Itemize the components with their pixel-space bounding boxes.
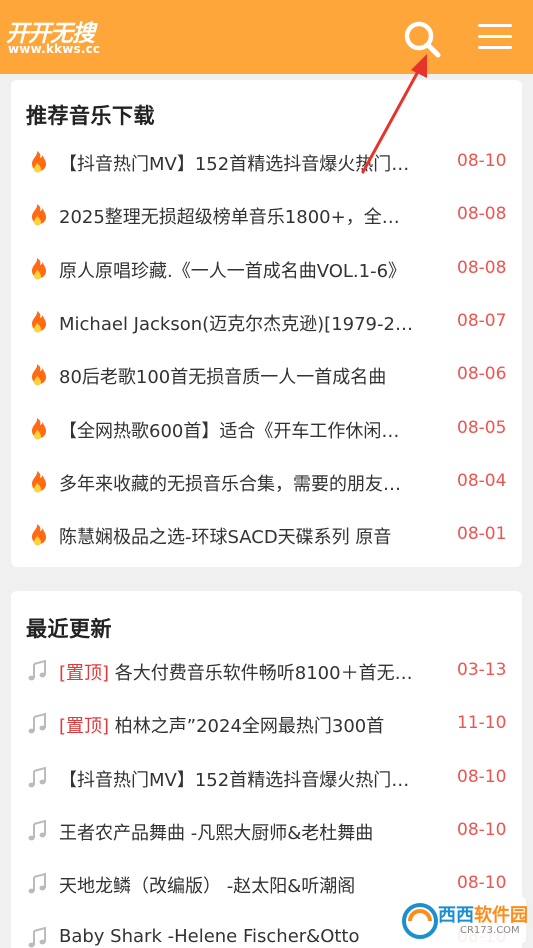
section-title: 最近更新 (26, 617, 112, 641)
item-date: 08-10 (457, 151, 507, 171)
item-date: 03-13 (457, 660, 507, 680)
fire-icon (25, 417, 49, 441)
item-title-text: 原人原唱珍藏.《一人一首成名曲VOL.1-6》 (59, 260, 407, 282)
menu-button[interactable] (478, 22, 514, 52)
search-icon (404, 21, 441, 58)
music-note-icon (25, 712, 49, 736)
fire-icon (25, 257, 49, 281)
item-title-text: 柏林之声”2024全网最热门300首 (109, 716, 385, 738)
search-button[interactable] (402, 19, 442, 59)
fire-icon (25, 523, 49, 547)
music-note-icon (25, 926, 49, 948)
item-date: 08-08 (457, 204, 507, 225)
logo-url: www.kkws.cc (8, 42, 101, 56)
pinned-tag: [置顶] (59, 716, 110, 738)
item-date: 08-08 (457, 257, 507, 278)
music-note-icon (25, 819, 49, 843)
item-title-text: 2025整理无损超级榜单音乐1800+，全部收藏 (59, 207, 416, 229)
item-date: 08-01 (457, 524, 507, 545)
item-title-text: Baby Shark -Helene Fischer&Otto (59, 925, 360, 947)
item-title-text: 王者农产品舞曲 -凡熙大厨师&老杜舞曲 (59, 822, 374, 844)
list-item[interactable]: [置顶] 各大付费音乐软件畅听8100＋首无损合集 03-13 (11, 651, 522, 691)
list-item[interactable]: 【全网热歌600首】适合《开车工作休闲听》 08-05 (11, 409, 522, 449)
list-item[interactable]: 【抖音热门MV】152首精选抖音爆火热门MV合集 08-10 (11, 758, 522, 798)
hamburger-menu-icon (478, 24, 512, 27)
item-title-text: 【抖音热门MV】152首精选抖音爆火热门MV合集 (59, 769, 416, 791)
watermark-name: 西西软件园 (438, 905, 528, 926)
fire-icon (25, 203, 49, 227)
fire-icon (25, 363, 49, 387)
top-bar: 开开无搜 www.kkws.cc (0, 0, 533, 74)
list-item[interactable]: [置顶] 柏林之声”2024全网最热门300首 11-10 (11, 704, 522, 744)
item-title[interactable]: 王者农产品舞曲 -凡熙大厨师&老杜舞曲 (59, 819, 416, 845)
item-title[interactable]: 【全网热歌600首】适合《开车工作休闲听》 (59, 417, 416, 443)
item-title-text: 【全网热歌600首】适合《开车工作休闲听》 (59, 420, 416, 442)
item-title[interactable]: 2025整理无损超级榜单音乐1800+，全部收藏 (59, 203, 416, 229)
item-title-text: 80后老歌100首无损音质一人一首成名曲 (59, 367, 387, 389)
item-title[interactable]: Michael Jackson(迈克尔杰克逊)[1979-2009] (59, 310, 416, 336)
item-date: 11-10 (457, 713, 507, 734)
item-title-text: 多年来收藏的无损音乐合集，需要的朋友拿走 (59, 473, 416, 495)
list-item[interactable]: 原人原唱珍藏.《一人一首成名曲VOL.1-6》 08-08 (11, 249, 522, 289)
item-title-text: Michael Jackson(迈克尔杰克逊)[1979-2009] (59, 313, 416, 335)
item-title[interactable]: 【抖音热门MV】152首精选抖音爆火热门MV合集 (59, 766, 416, 792)
item-title[interactable]: 陈慧娴极品之选-环球SACD天碟系列 原音 (59, 523, 416, 549)
fire-icon (25, 150, 49, 174)
site-logo[interactable]: 开开无搜 www.kkws.cc (6, 14, 118, 60)
item-title-text: 天地龙鳞（改编版） -赵太阳&听潮阁 (59, 876, 356, 898)
item-title[interactable]: [置顶] 各大付费音乐软件畅听8100＋首无损合集 (59, 659, 416, 685)
hamburger-menu-icon (478, 46, 512, 49)
item-date: 08-10 (457, 873, 507, 894)
item-title-text: 陈慧娴极品之选-环球SACD天碟系列 原音 (59, 527, 392, 549)
recent-updates-card: 最近更新 [置顶] 各大付费音乐软件畅听8100＋首无损合集 03-13 [置顶] … (11, 591, 522, 948)
item-date: 08-04 (457, 470, 507, 491)
list-item[interactable]: 【抖音热门MV】152首精选抖音爆火热门MV合集 08-10 (11, 142, 522, 182)
watermark-url: CR173.COM (460, 925, 520, 936)
fire-icon (25, 470, 49, 494)
item-date: 08-07 (457, 310, 507, 331)
list-item[interactable]: 多年来收藏的无损音乐合集，需要的朋友拿走 08-04 (11, 462, 522, 502)
item-date: 08-06 (457, 364, 507, 385)
item-title[interactable]: 天地龙鳞（改编版） -赵太阳&听潮阁 (59, 872, 416, 898)
music-note-icon (25, 766, 49, 790)
music-note-icon (25, 659, 49, 683)
item-date: 08-10 (457, 819, 507, 840)
hamburger-menu-icon (478, 35, 512, 38)
item-title[interactable]: 80后老歌100首无损音质一人一首成名曲 (59, 363, 416, 389)
recommended-music-card: 推荐音乐下载 【抖音热门MV】152首精选抖音爆火热门MV合集 08-10 2025… (11, 80, 522, 567)
music-note-icon (25, 872, 49, 896)
item-title-text: 各大付费音乐软件畅听8100＋首无损合集 (109, 663, 416, 684)
fire-icon (25, 310, 49, 334)
list-item[interactable]: 王者农产品舞曲 -凡熙大厨师&老杜舞曲 08-10 (11, 811, 522, 851)
pinned-tag: [置顶] (59, 663, 110, 684)
item-title[interactable]: [置顶] 柏林之声”2024全网最热门300首 (59, 712, 416, 738)
watermark-swirl-icon (402, 903, 438, 939)
item-title[interactable]: 原人原唱珍藏.《一人一首成名曲VOL.1-6》 (59, 257, 416, 283)
list-item[interactable]: 陈慧娴极品之选-环球SACD天碟系列 原音 08-01 (11, 515, 522, 555)
list-item[interactable]: 2025整理无损超级榜单音乐1800+，全部收藏 08-08 (11, 195, 522, 235)
item-title-text: 【抖音热门MV】152首精选抖音爆火热门MV合集 (59, 154, 416, 175)
section-title: 推荐音乐下载 (26, 104, 155, 128)
item-date: 08-05 (457, 417, 507, 438)
item-title[interactable]: Baby Shark -Helene Fischer&Otto (59, 926, 416, 947)
item-title[interactable]: 多年来收藏的无损音乐合集，需要的朋友拿走 (59, 470, 416, 496)
item-date: 08-10 (457, 766, 507, 787)
item-title[interactable]: 【抖音热门MV】152首精选抖音爆火热门MV合集 (59, 150, 416, 176)
watermark-logo: 西西软件园 CR173.COM (398, 897, 528, 943)
list-item[interactable]: Michael Jackson(迈克尔杰克逊)[1979-2009] 08-07 (11, 302, 522, 342)
list-item[interactable]: 80后老歌100首无损音质一人一首成名曲 08-06 (11, 355, 522, 395)
